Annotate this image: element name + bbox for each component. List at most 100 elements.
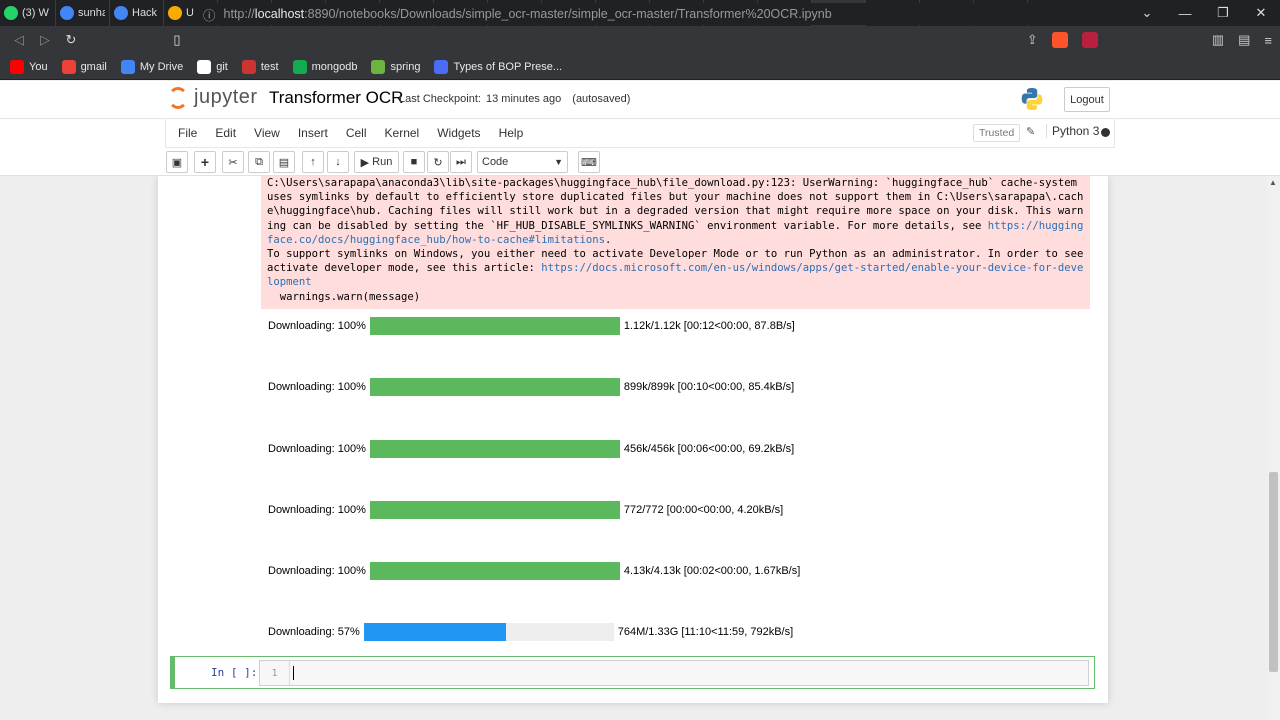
- menu-cell[interactable]: Cell: [337, 126, 376, 140]
- brave-rewards-icon[interactable]: [1081, 32, 1098, 48]
- sidebar-icon[interactable]: ▥: [1212, 32, 1224, 48]
- brave-shields-icon[interactable]: [1051, 32, 1068, 48]
- fast-forward-icon[interactable]: ⏭: [450, 151, 472, 173]
- minimize-icon[interactable]: —: [1166, 6, 1204, 21]
- run-button[interactable]: ▶ Run: [354, 151, 399, 173]
- download-label: Downloading: 100%: [268, 565, 366, 577]
- browser-tab[interactable]: (3) W: [0, 0, 56, 26]
- url-host: localhost: [254, 7, 305, 21]
- progress-bar-fill: [369, 501, 620, 519]
- download-stats: 456k/456k [00:06<00:00, 69.2kB/s]: [623, 443, 795, 455]
- progress-bar: [369, 562, 620, 580]
- menu-edit[interactable]: Edit: [206, 126, 245, 140]
- share-icon[interactable]: ⇪: [1027, 32, 1038, 48]
- scroll-up-icon[interactable]: ▲: [1269, 178, 1277, 187]
- paste-icon[interactable]: ▤: [273, 151, 295, 173]
- progress-bar: [363, 623, 614, 641]
- move-down-icon[interactable]: ↓: [327, 151, 349, 173]
- wallet-icon[interactable]: ▤: [1238, 32, 1250, 48]
- bookmark-item[interactable]: You: [10, 59, 48, 74]
- move-up-icon[interactable]: ↑: [302, 151, 324, 173]
- download-label: Downloading: 57%: [268, 626, 360, 638]
- jupyter-toolbar: ▣ + ✂ ⧉ ▤ ↑ ↓ ▶ Run ■ ↻ ⏭ Code ▼ ⌨: [0, 148, 1280, 176]
- bookmark-item[interactable]: Types of BOP Prese...: [434, 59, 563, 74]
- cut-icon[interactable]: ✂: [222, 151, 244, 173]
- download-stats: 772/772 [00:00<00:00, 4.20kB/s]: [623, 504, 784, 516]
- download-stats: 764M/1.33G [11:10<11:59, 792kB/s]: [617, 626, 794, 638]
- save-icon[interactable]: ▣: [166, 151, 188, 173]
- browser-tab[interactable]: Hack: [110, 0, 164, 26]
- jupyter-logo[interactable]: jupyter: [168, 86, 258, 109]
- restart-icon[interactable]: ↻: [427, 151, 449, 173]
- bookmark-item[interactable]: mongodb: [292, 59, 358, 74]
- close-window-icon[interactable]: ✕: [1242, 5, 1280, 21]
- bookmark-favicon-icon: [292, 59, 307, 74]
- autosave-status: (autosaved): [572, 93, 631, 105]
- bookmark-icon[interactable]: ▯: [164, 32, 190, 48]
- download-label: Downloading: 100%: [268, 504, 366, 516]
- bookmark-label: Types of BOP Prese...: [453, 60, 563, 73]
- reload-icon[interactable]: ↻: [58, 32, 84, 48]
- progress-bar: [369, 440, 620, 458]
- url-input[interactable]: ⓘ http://localhost:8890/notebooks/Downlo…: [193, 3, 1088, 25]
- bookmark-label: mongodb: [311, 60, 358, 73]
- progress-bar-fill: [369, 317, 620, 335]
- stderr-text-3: warnings.warn(message): [279, 290, 421, 303]
- kernel-name[interactable]: Python 3: [1046, 124, 1099, 138]
- menu-widgets[interactable]: Widgets: [428, 126, 489, 140]
- scrollbar-thumb[interactable]: [1269, 472, 1278, 672]
- forward-icon[interactable]: ▷: [32, 32, 58, 48]
- bookmark-item[interactable]: gmail: [61, 59, 107, 74]
- bookmark-item[interactable]: test: [241, 59, 279, 74]
- logout-button[interactable]: Logout: [1064, 87, 1110, 112]
- jupyter-header: jupyter Transformer OCR Last Checkpoint:…: [0, 81, 1280, 119]
- bookmark-item[interactable]: spring: [371, 59, 420, 74]
- bookmark-item[interactable]: My Drive: [120, 59, 183, 74]
- browser-tab[interactable]: sunha: [56, 0, 110, 26]
- bookmark-item[interactable]: git: [197, 59, 228, 74]
- download-progress-row: Downloading: 57% 764M/1.33G [11:10<11:59,…: [268, 623, 793, 641]
- menu-help[interactable]: Help: [490, 126, 533, 140]
- keyboard-icon[interactable]: ⌨: [578, 151, 600, 173]
- bookmark-label: test: [260, 60, 279, 73]
- bookmark-favicon-icon: [371, 59, 386, 74]
- chevron-down-icon: ▼: [554, 157, 563, 167]
- progress-bar: [369, 501, 620, 519]
- maximize-icon[interactable]: ❐: [1204, 5, 1242, 21]
- menu-kernel[interactable]: Kernel: [376, 126, 429, 140]
- tab-search-icon[interactable]: ⌄: [1128, 5, 1166, 21]
- menu-file[interactable]: File: [166, 126, 206, 140]
- cell-type-select[interactable]: Code ▼: [477, 151, 568, 173]
- input-cell[interactable]: In [ ]: 1: [170, 656, 1095, 689]
- download-label: Downloading: 100%: [268, 320, 366, 332]
- trusted-badge[interactable]: Trusted: [973, 124, 1021, 142]
- notebook-title[interactable]: Transformer OCR: [269, 88, 403, 108]
- tab-favicon-icon: [168, 6, 182, 20]
- tab-favicon-icon: [114, 6, 128, 20]
- copy-icon[interactable]: ⧉: [248, 151, 270, 173]
- checkpoint-label: Last Checkpoint:: [399, 93, 481, 105]
- menu-icon[interactable]: ≡: [1264, 33, 1272, 48]
- bookmark-favicon-icon: [241, 59, 256, 74]
- line-number: 1: [260, 661, 290, 685]
- back-icon[interactable]: ◁: [6, 32, 32, 48]
- progress-bar-fill: [363, 623, 507, 641]
- notebook-page: C:\Users\sarapapa\anaconda3\lib\site-pac…: [158, 176, 1108, 703]
- pencil-icon[interactable]: ✎: [1026, 125, 1035, 138]
- menu-container: File Edit View Insert Cell Kernel Widget…: [165, 119, 1115, 148]
- menu-view[interactable]: View: [245, 126, 289, 140]
- code-editor[interactable]: 1: [259, 660, 1089, 686]
- cell-type-value: Code: [482, 156, 509, 168]
- jupyter-menubar: File Edit View Insert Cell Kernel Widget…: [0, 119, 1280, 148]
- download-label: Downloading: 100%: [268, 381, 366, 393]
- add-cell-icon[interactable]: +: [194, 151, 216, 173]
- download-progress-row: Downloading: 100% 4.13k/4.13k [00:02<00:0…: [268, 562, 800, 580]
- checkpoint-time: 13 minutes ago: [486, 93, 562, 105]
- text-caret: [293, 666, 294, 680]
- stop-icon[interactable]: ■: [403, 151, 425, 173]
- site-info-icon[interactable]: ⓘ: [203, 5, 216, 24]
- menu-insert[interactable]: Insert: [289, 126, 337, 140]
- stderr-text-1: C:\Users\sarapapa\anaconda3\lib\site-pac…: [267, 177, 1084, 232]
- page-scrollbar[interactable]: ▲: [1267, 176, 1280, 720]
- url-path: :8890/notebooks/Downloads/simple_ocr-mas…: [304, 7, 832, 21]
